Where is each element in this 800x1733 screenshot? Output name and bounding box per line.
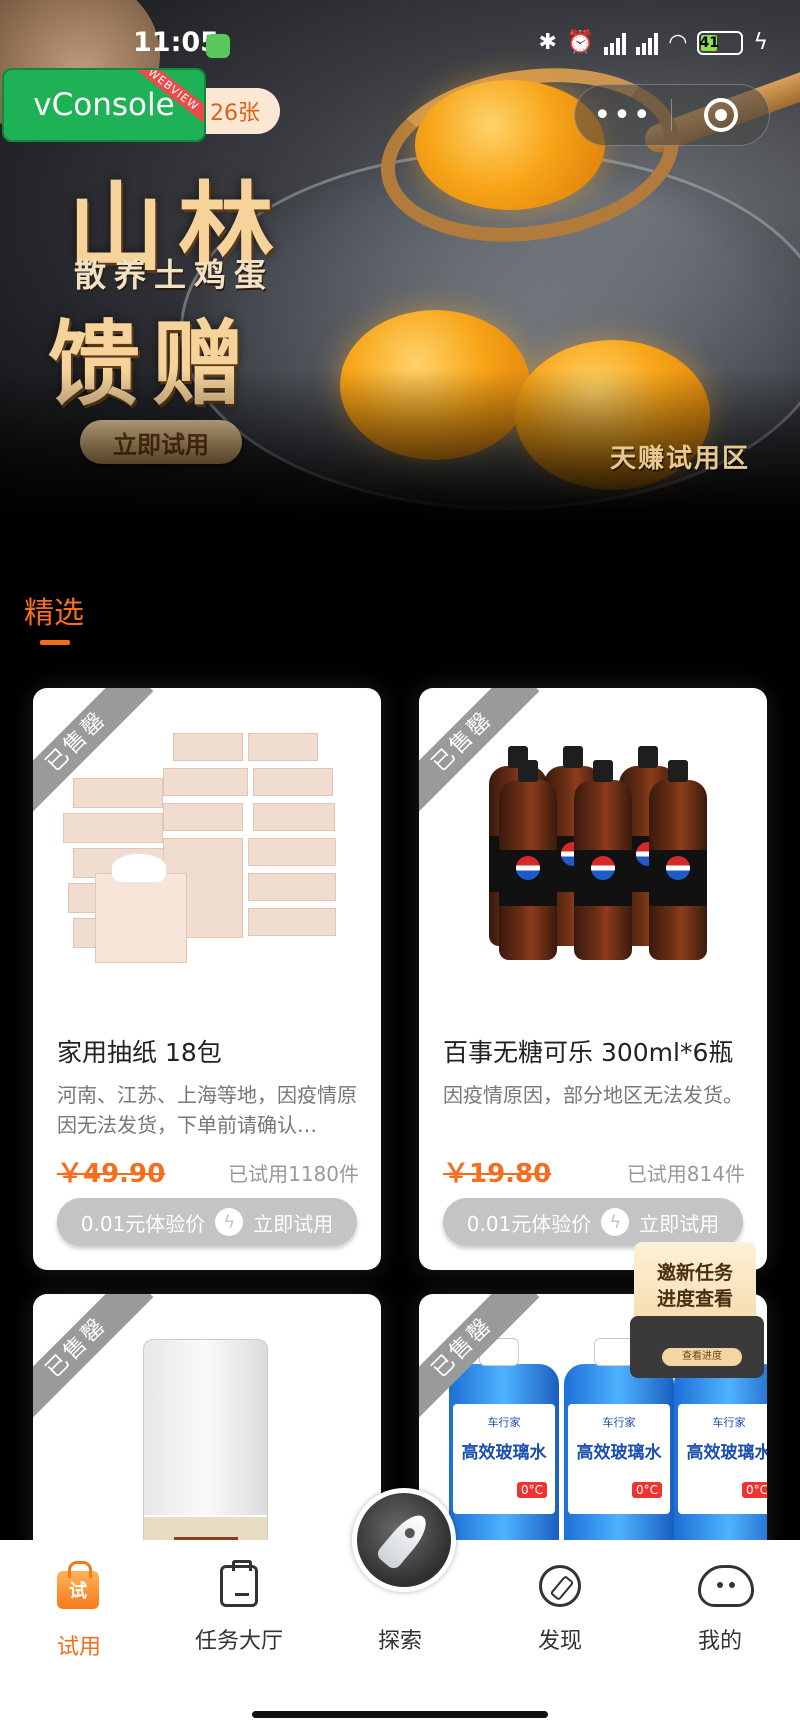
tab-mine[interactable]: 我的 (660, 1565, 780, 1655)
clipboard-icon (220, 1560, 258, 1607)
alarm-icon: ⏰ (566, 30, 595, 55)
product-name: 家用抽纸 18包 (57, 1038, 222, 1067)
tab-label: 任务大厅 (194, 1629, 283, 1654)
tab-discover[interactable]: 发现 (500, 1565, 620, 1655)
product-card[interactable]: 已售罄 百事无糖可乐 300ml*6瓶 因疫情原因，部分地区无法发货。 ￥19.… (419, 688, 767, 1270)
tab-label: 发现 (537, 1629, 582, 1654)
app-notification-icon (206, 34, 230, 58)
status-bar: 11:05 ✱ ⏰ ◠ 41 ϟ (0, 20, 800, 70)
product-tried-count: 已试用1180件 (228, 1162, 359, 1186)
banner-try-button[interactable]: 立即试用 (80, 420, 242, 464)
tab-try[interactable]: 试 试用 (19, 1561, 139, 1661)
close-capsule-icon[interactable] (672, 98, 769, 132)
tab-label: 试用 (56, 1635, 101, 1660)
rocket-icon[interactable] (352, 1488, 456, 1592)
try-now-button[interactable]: 0.01元体验价 ϟ 立即试用 (443, 1198, 743, 1246)
miniprogram-capsule: ••• (574, 84, 770, 146)
try-now-label: 立即试用 (639, 1211, 720, 1236)
product-description: 河南、江苏、上海等地，因疫情原因无法发货，下单前请确认… (57, 1083, 357, 1137)
product-original-price: ￥49.90 (57, 1159, 166, 1189)
bolt-icon: ϟ (215, 1208, 244, 1236)
egg-yolk-decoration (340, 310, 530, 460)
battery-level: 41 (699, 34, 720, 51)
try-now-label: 立即试用 (253, 1211, 334, 1236)
tab-task-hall[interactable]: 任务大厅 (179, 1560, 299, 1655)
tab-label: 我的 (697, 1629, 742, 1654)
battery-icon: 41 (697, 30, 744, 55)
tab-label: 探索 (377, 1629, 422, 1654)
view-progress-button[interactable]: 查看进度 (662, 1348, 742, 1366)
home-indicator[interactable] (252, 1711, 548, 1718)
ghost-icon (698, 1565, 754, 1607)
status-icons: ✱ ⏰ ◠ 41 ϟ (538, 30, 768, 55)
invite-task-progress-widget[interactable]: 邀新任务 进度查看 查看进度 (630, 1242, 764, 1382)
bluetooth-icon: ✱ (538, 30, 557, 55)
product-description: 因疫情原因，部分地区无法发货。 (443, 1083, 743, 1107)
try-now-button[interactable]: 0.01元体验价 ϟ 立即试用 (57, 1198, 357, 1246)
product-card[interactable]: 已售罄 家用抽纸 18包 河南、江苏、上海等地，因疫情原因无法发货，下单前请确认… (33, 688, 381, 1270)
banner-title-line2: 馈赠 (48, 310, 257, 418)
vconsole-label: vConsole (33, 87, 175, 123)
invite-task-line2: 进度查看 (656, 1288, 733, 1310)
product-tried-count: 已试用814件 (626, 1162, 745, 1186)
trial-price-label: 0.01元体验价 (466, 1211, 592, 1236)
wifi-icon: ◠ (668, 30, 688, 55)
banner-zone-label: 天赚试用区 (609, 444, 750, 474)
signal-icon (604, 31, 627, 55)
product-name: 百事无糖可乐 300ml*6瓶 (443, 1038, 734, 1067)
bolt-icon: ϟ (601, 1208, 630, 1236)
more-icon[interactable]: ••• (575, 98, 671, 133)
bag-icon: 试 (57, 1561, 99, 1609)
signal-icon (636, 31, 659, 55)
invite-task-line1: 邀新任务 (656, 1262, 733, 1284)
sold-out-badge: 已售罄 (33, 1294, 154, 1425)
vconsole-button[interactable]: vConsole WEBVIEW (2, 68, 206, 142)
section-title-featured[interactable]: 精选 (24, 588, 84, 632)
compass-icon (539, 1565, 581, 1607)
trial-price-label: 0.01元体验价 (80, 1211, 206, 1236)
product-original-price: ￥19.80 (443, 1159, 552, 1189)
invite-task-tray (630, 1316, 764, 1378)
charging-icon: ϟ (753, 30, 768, 55)
section-underline (40, 640, 70, 645)
